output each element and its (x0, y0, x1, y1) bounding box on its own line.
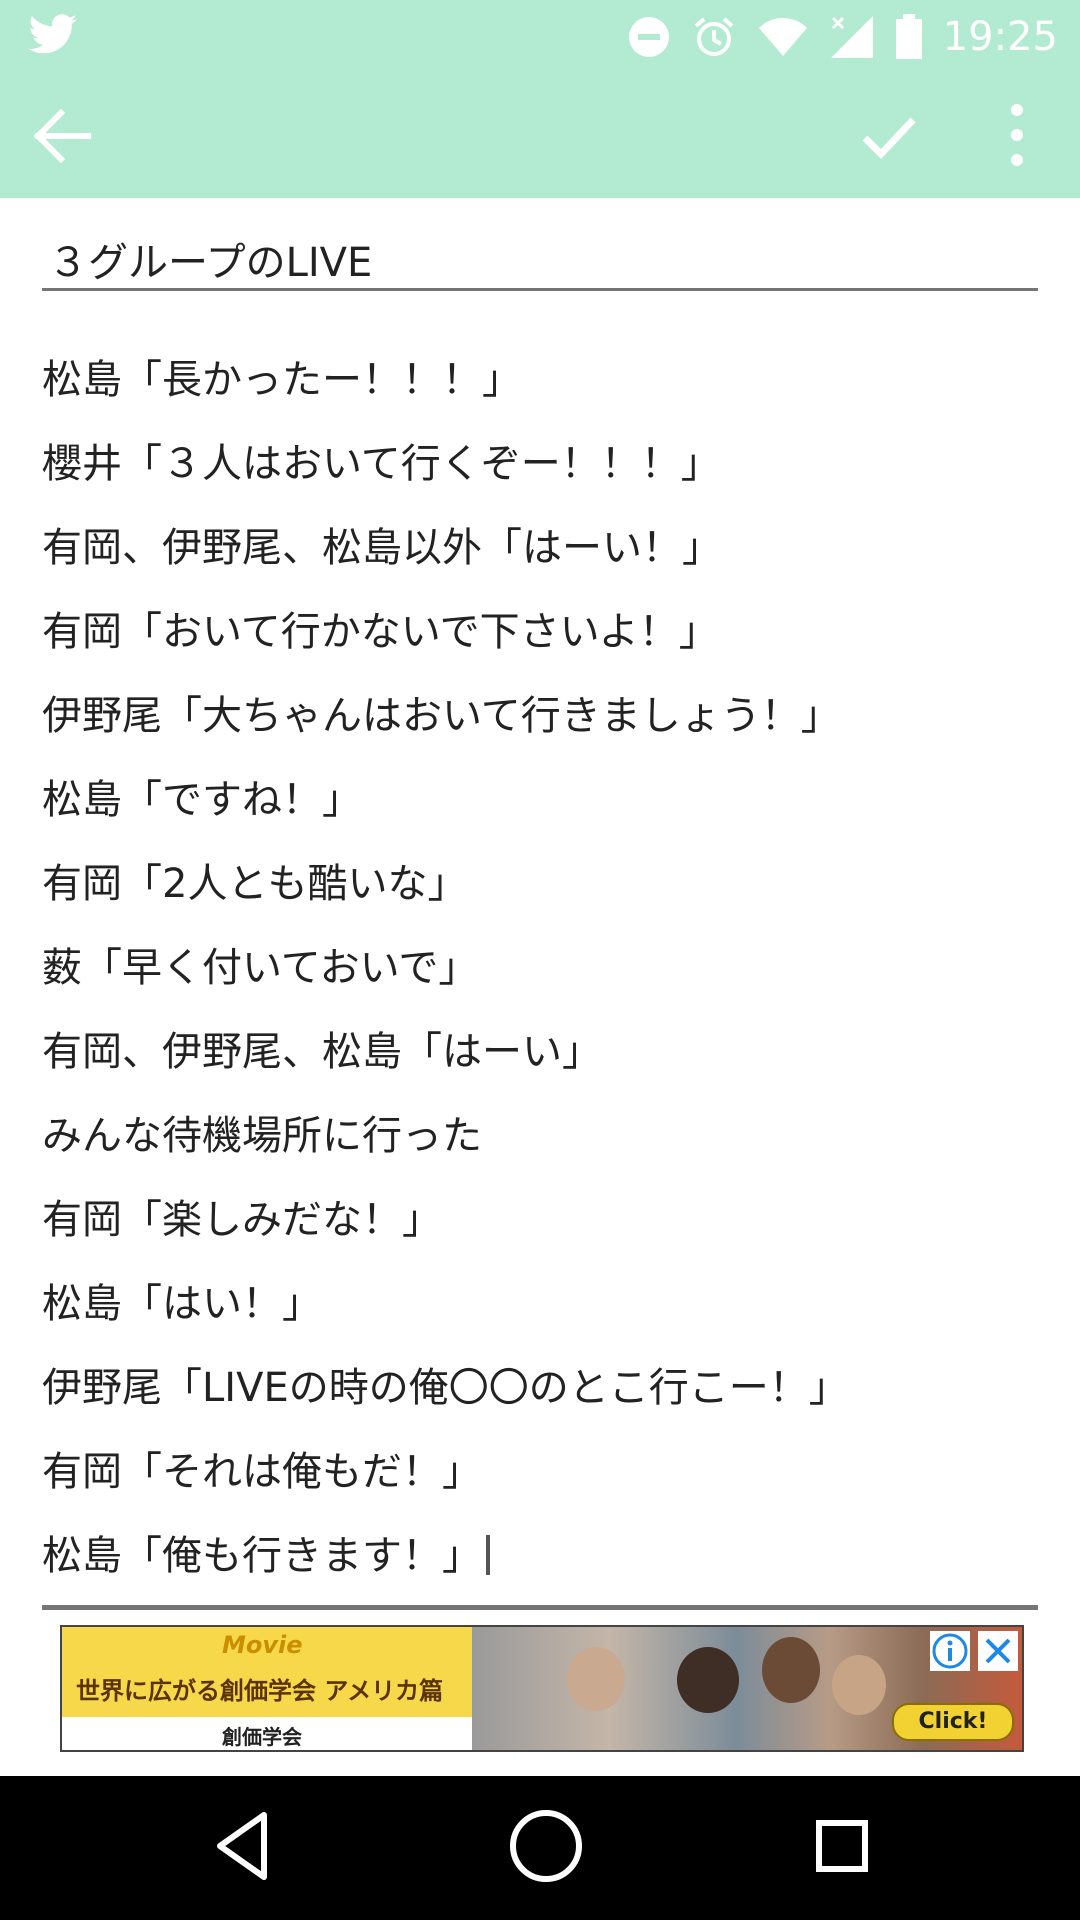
text-line: 櫻井「３人はおいて行くぞー！！！」 (42, 441, 721, 487)
text-line: 薮「早く付いておいで」 (42, 945, 479, 991)
ad-sponsor-strip: 創価学会 (62, 1717, 472, 1750)
title-text: ３グループのLIVE (48, 240, 373, 286)
twitter-icon (28, 14, 77, 54)
ad-banner[interactable]: Movie 世界に広がる創価学会 アメリカ篇 創価学会 Click! (60, 1625, 1024, 1752)
text-line: 有岡「楽しみだな！」 (42, 1197, 442, 1243)
text-line: 有岡「それは俺もだ！」 (42, 1449, 482, 1495)
text-line: 有岡「おいて行かないで下さいよ！」 (42, 609, 719, 655)
text-line: 松島「はい！」 (42, 1281, 322, 1327)
nav-home-icon[interactable] (508, 1808, 584, 1884)
ad-headline: 世界に広がる創価学会 アメリカ篇 (76, 1677, 444, 1705)
text-line: みんな待機場所に行った (42, 1113, 482, 1159)
ad-click-button[interactable]: Click! (892, 1703, 1014, 1741)
text-line: 有岡、伊野尾、松島以外「はーい！」 (42, 525, 722, 571)
text-line-last: 松島「俺も行きます！」 (42, 1523, 490, 1581)
text-line: 伊野尾「大ちゃんはおいて行きましょう！」 (42, 693, 841, 739)
system-nav-bar (0, 1776, 1080, 1920)
body-text-field[interactable]: 松島「長かったー！！！」 櫻井「３人はおいて行くぞー！！！」 有岡、伊野尾、松島… (42, 335, 1038, 1610)
alarm-icon (694, 17, 734, 56)
dnd-icon (628, 17, 669, 57)
ad-text-panel: Movie 世界に広がる創価学会 アメリカ篇 創価学会 (62, 1627, 472, 1750)
ad-info-icon[interactable] (930, 1631, 970, 1671)
ad-close-icon[interactable] (978, 1631, 1018, 1671)
text-line: 伊野尾「LIVEの時の俺〇〇のとこ行こー！」 (42, 1365, 849, 1411)
text-line: 有岡、伊野尾、松島「はーい」 (42, 1029, 602, 1075)
text-line: 松島「長かったー！！！」 (42, 357, 522, 403)
title-field[interactable]: ３グループのLIVE (42, 222, 1038, 291)
battery-icon (895, 14, 922, 59)
more-vert-icon[interactable] (995, 102, 1039, 168)
check-icon[interactable] (860, 108, 918, 166)
ad-person (677, 1647, 739, 1713)
nav-back-icon[interactable] (214, 1810, 270, 1882)
ad-movie-label: Movie (222, 1631, 303, 1659)
nav-recents-icon[interactable] (816, 1820, 868, 1872)
ad-person (567, 1647, 625, 1711)
text-line: 松島「ですね！」 (42, 777, 362, 823)
status-icons: 19:25 (627, 8, 1058, 66)
text-line: 有岡「2人とも酷いな」 (42, 861, 468, 907)
text-cursor (486, 1535, 490, 1575)
status-time: 19:25 (942, 14, 1058, 60)
ad-person (762, 1637, 820, 1703)
signal-icon (830, 16, 873, 58)
ad-sponsor: 創価学会 (222, 1725, 302, 1749)
status-bar: 19:25 (0, 0, 1080, 72)
ad-person (832, 1655, 886, 1715)
wifi-icon (758, 18, 807, 56)
back-arrow-icon[interactable] (30, 105, 92, 167)
app-toolbar (0, 72, 1080, 198)
text-line: 松島「俺も行きます！」 (42, 1533, 482, 1579)
